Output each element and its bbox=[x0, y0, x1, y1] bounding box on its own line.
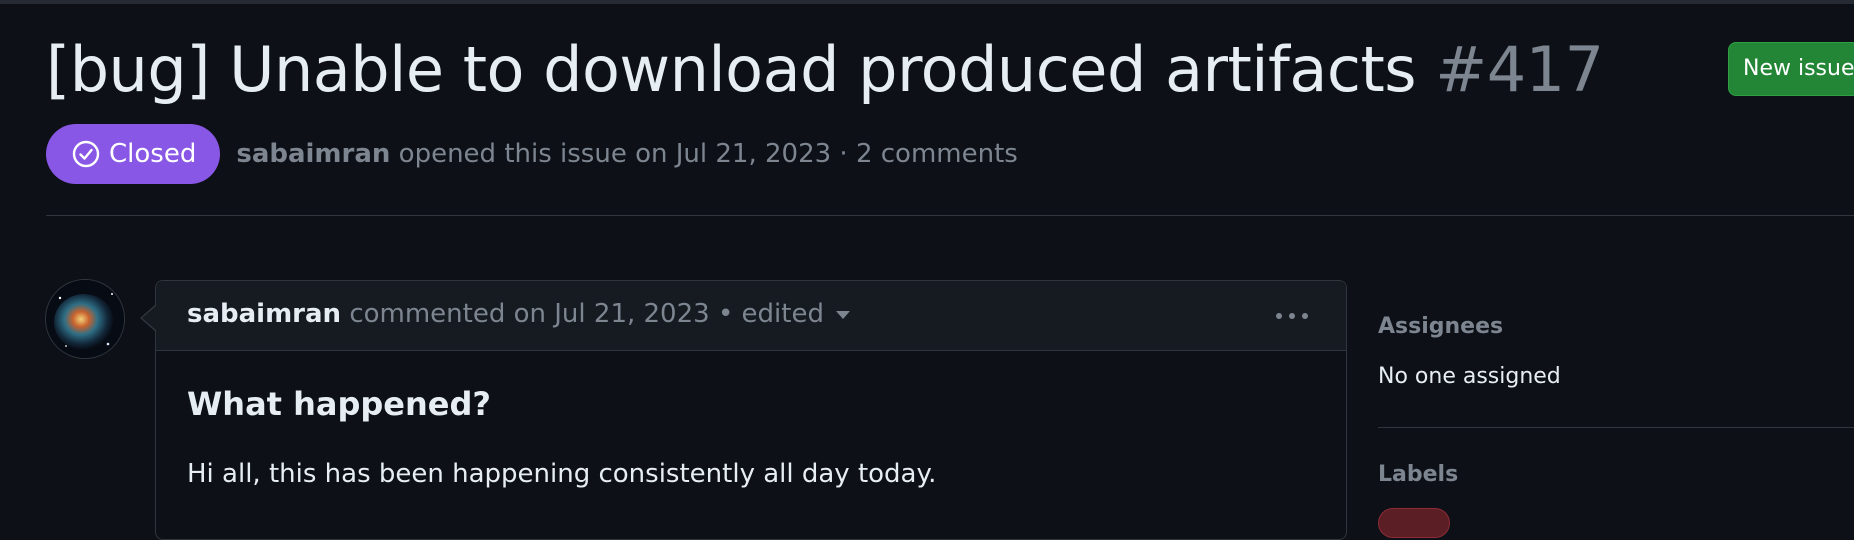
author-avatar[interactable] bbox=[45, 279, 125, 359]
label-chip[interactable] bbox=[1378, 508, 1450, 538]
comment-header-text: sabaimran commented on Jul 21, 2023 • ed… bbox=[187, 299, 850, 329]
header-divider bbox=[46, 215, 1854, 216]
comment-box: sabaimran commented on Jul 21, 2023 • ed… bbox=[155, 280, 1347, 540]
issue-title: [bug] Unable to download produced artifa… bbox=[46, 30, 1604, 110]
triangle-down-icon[interactable] bbox=[835, 310, 850, 319]
top-bar-edge bbox=[0, 0, 1854, 4]
comment-meta-text[interactable]: commented on Jul 21, 2023 • edited bbox=[349, 299, 824, 329]
sidebar-divider bbox=[1378, 427, 1854, 428]
issue-opened-text: opened this issue on Jul 21, 2023 · 2 co… bbox=[398, 139, 1018, 169]
state-label: Closed bbox=[109, 139, 197, 169]
state-badge: Closed bbox=[46, 124, 221, 184]
check-circle-icon bbox=[71, 139, 101, 169]
labels-heading[interactable]: Labels bbox=[1378, 462, 1458, 487]
assignees-value: No one assigned bbox=[1378, 364, 1561, 389]
issue-title-text: [bug] Unable to download produced artifa… bbox=[46, 33, 1417, 106]
new-issue-button[interactable]: New issue bbox=[1728, 42, 1854, 96]
issue-meta-row: Closed sabaimran opened this issue on Ju… bbox=[46, 124, 1018, 184]
comment-body-text: Hi all, this has been happening consiste… bbox=[187, 459, 937, 489]
comment-pointer-fill bbox=[142, 305, 157, 331]
kebab-horizontal-icon[interactable] bbox=[1272, 303, 1312, 329]
issue-meta-text: sabaimran opened this issue on Jul 21, 2… bbox=[236, 139, 1017, 169]
issue-number: #417 bbox=[1435, 33, 1604, 106]
comment-body-heading: What happened? bbox=[187, 385, 491, 423]
assignees-heading[interactable]: Assignees bbox=[1378, 314, 1503, 339]
comment-header: sabaimran commented on Jul 21, 2023 • ed… bbox=[156, 281, 1346, 351]
nebula-avatar-icon bbox=[46, 280, 124, 358]
comment-author-link[interactable]: sabaimran bbox=[187, 299, 341, 329]
issue-author-link[interactable]: sabaimran bbox=[236, 139, 390, 169]
